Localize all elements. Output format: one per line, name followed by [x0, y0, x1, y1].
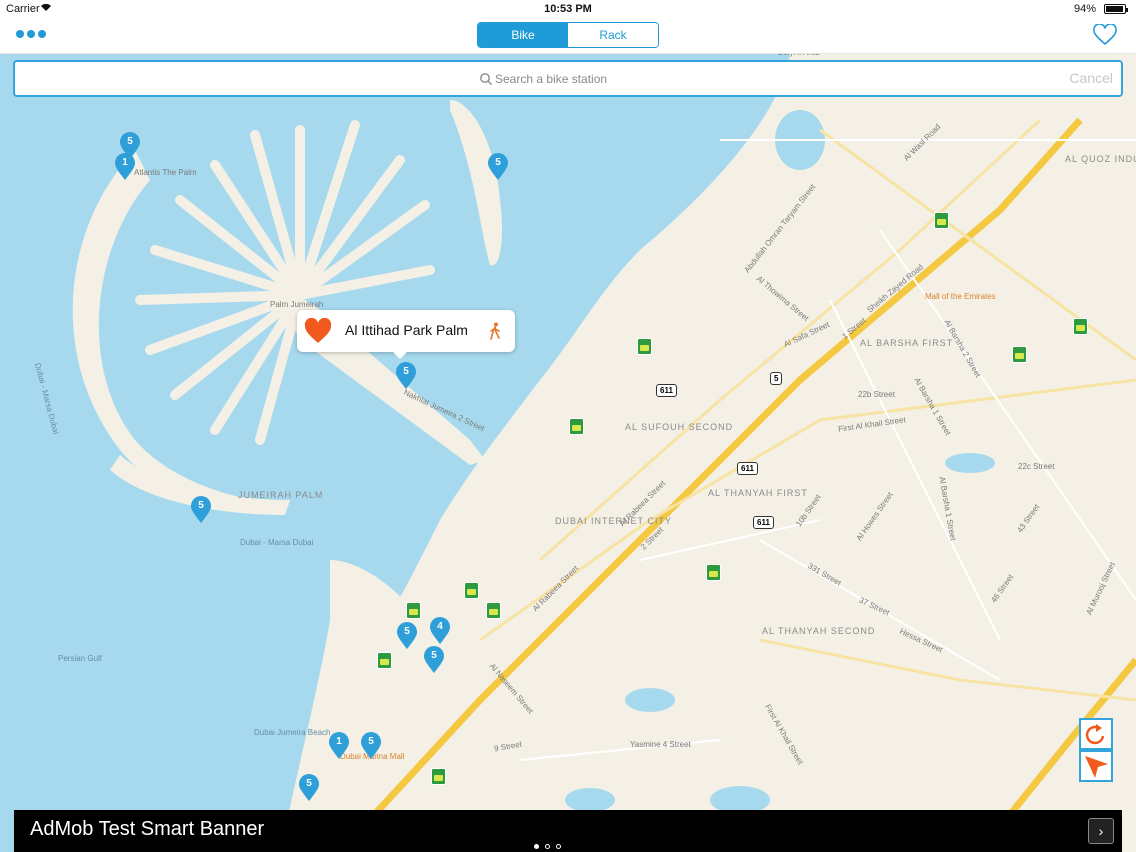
bike-station-pin[interactable]: 5: [396, 622, 418, 650]
rack-marker[interactable]: [569, 418, 584, 435]
more-dots-icon[interactable]: [16, 26, 46, 42]
rack-marker[interactable]: [464, 582, 479, 599]
heart-filled-icon[interactable]: [304, 318, 332, 344]
refresh-icon: [1085, 724, 1105, 745]
refresh-button[interactable]: [1079, 718, 1113, 750]
bike-station-pin[interactable]: 4: [429, 617, 451, 645]
nav-bar: Bike Rack: [0, 18, 1136, 54]
station-title: Al Ittihad Park Palm: [345, 322, 468, 338]
heart-outline-icon[interactable]: [1092, 24, 1118, 46]
bike-station-pin[interactable]: 5: [298, 774, 320, 802]
rack-marker[interactable]: [706, 564, 721, 581]
label-mall-of-emirates: Mall of the Emirates: [925, 292, 996, 301]
label-palm-jumeirah: Palm Jumeirah: [270, 300, 324, 309]
page-dot: [556, 844, 561, 849]
label-22b: 22b Street: [858, 390, 895, 399]
rack-marker[interactable]: [431, 768, 446, 785]
status-bar: Carrier 10:53 PM 94%: [0, 0, 1136, 18]
bike-station-pin[interactable]: 1: [328, 732, 350, 760]
route-shield: 611: [753, 516, 774, 529]
app-root: Atlantis The Palm Palm Jumeirah JUMEIRAH…: [0, 0, 1136, 852]
bike-station-pin[interactable]: 5: [395, 362, 417, 390]
label-persian-gulf: Persian Gulf: [58, 654, 103, 663]
label-jumeirah-palm: JUMEIRAH PALM: [238, 490, 324, 500]
bike-station-pin[interactable]: 5: [423, 646, 445, 674]
label-22c: 22c Street: [1018, 462, 1055, 471]
rack-marker[interactable]: [486, 602, 501, 619]
rack-marker[interactable]: [1012, 346, 1027, 363]
page-dot: [545, 844, 550, 849]
rack-marker[interactable]: [406, 602, 421, 619]
rack-marker[interactable]: [1073, 318, 1088, 335]
ad-text: AdMob Test Smart Banner: [30, 818, 265, 840]
battery-percent: 94%: [1073, 3, 1096, 15]
search-input[interactable]: [495, 68, 795, 90]
bike-station-pin[interactable]: 1: [114, 153, 136, 181]
search-icon: [480, 73, 492, 85]
label-al-sufouh-second: AL SUFOUH SECOND: [625, 422, 734, 432]
label-jumeirah-beach: Dubai Jumeira Beach: [254, 728, 331, 737]
rack-marker[interactable]: [637, 338, 652, 355]
search-bar: Cancel: [13, 60, 1123, 97]
segment-bike[interactable]: Bike: [478, 23, 568, 47]
walking-icon[interactable]: [489, 322, 501, 340]
rack-marker[interactable]: [934, 212, 949, 229]
station-callout[interactable]: Al Ittihad Park Palm: [297, 310, 515, 359]
location-arrow-icon: [1085, 756, 1108, 778]
cancel-button[interactable]: Cancel: [1069, 70, 1113, 86]
mode-segmented-control: Bike Rack: [477, 22, 659, 48]
route-shield: 611: [656, 384, 677, 397]
bike-station-pin[interactable]: 5: [360, 732, 382, 760]
map-view[interactable]: Atlantis The Palm Palm Jumeirah JUMEIRAH…: [0, 48, 1136, 852]
label-yasmine: Yasmine 4 Street: [630, 740, 691, 749]
bike-station-pin[interactable]: 5: [487, 153, 509, 181]
label-al-barsha-first: AL BARSHA FIRST: [860, 338, 954, 348]
page-dot: [534, 844, 539, 849]
label-al-thanyah-first: AL THANYAH FIRST: [708, 488, 808, 498]
rack-marker[interactable]: [377, 652, 392, 669]
route-shield: 611: [737, 462, 758, 475]
label-dubai-internet-city: DUBAI INTERNET CITY: [555, 516, 671, 526]
page-indicator: [534, 844, 561, 849]
status-time: 10:53 PM: [544, 3, 592, 15]
label-dubai-marsa-dubai: Dubai - Marsa Dubai: [240, 538, 314, 547]
ad-banner[interactable]: AdMob Test Smart Banner ›: [14, 810, 1122, 852]
ad-arrow-button[interactable]: ›: [1088, 818, 1114, 844]
locate-button[interactable]: [1079, 750, 1113, 782]
bike-station-pin[interactable]: 5: [190, 496, 212, 524]
label-atlantis: Atlantis The Palm: [134, 168, 197, 177]
battery-icon: [1104, 4, 1128, 14]
segment-rack[interactable]: Rack: [568, 23, 658, 47]
route-shield: 5: [770, 372, 783, 385]
label-al-thanyah-second: AL THANYAH SECOND: [762, 626, 876, 636]
label-al-quoz: AL QUOZ INDUSTRIAL THIRD: [1065, 154, 1136, 164]
